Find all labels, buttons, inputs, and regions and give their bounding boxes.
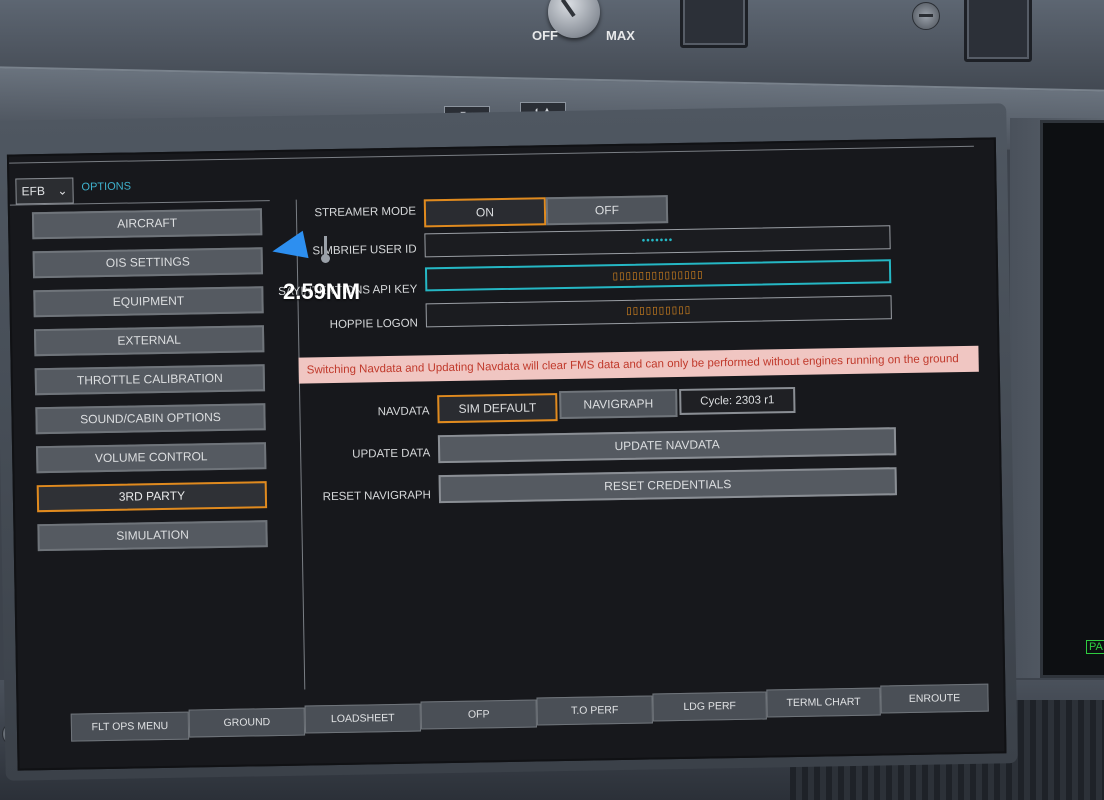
sidebar-item-aircraft[interactable]: AIRCRAFT [31,208,263,240]
knob-off-label: OFF [532,28,558,43]
sidebar-item-3rd-party[interactable]: 3RD PARTY [36,481,268,513]
sidebar-item-external[interactable]: EXTERNAL [33,325,265,357]
pin-icon [321,236,330,263]
overhead-square-button-right[interactable] [964,0,1032,62]
sidebar-item-throttle-calibration[interactable]: THROTTLE CALIBRATION [34,364,266,396]
sidebar-item-simulation[interactable]: SIMULATION [37,520,268,552]
tab-enroute[interactable]: ENROUTE [880,683,989,714]
distance-readout: 2.59NM [283,279,361,304]
simbrief-user-id-field[interactable]: ••••••• [424,225,891,258]
navdata-warning-banner: Switching Navdata and Updating Navdata w… [298,345,979,384]
tab-to-perf[interactable]: T.O PERF [536,695,653,726]
tab-ground[interactable]: GROUND [188,707,306,738]
navdata-sim-default-button[interactable]: SIM DEFAULT [437,393,558,424]
efb-app-select[interactable]: EFB ⌄ [15,177,74,205]
right-display-tag: PA [1086,640,1104,654]
sidebar-item-volume-control[interactable]: VOLUME CONTROL [36,442,267,474]
navdata-label: NAVDATA [377,405,430,419]
efb-app-select-value: EFB [21,184,46,199]
sidebar-item-ois-settings[interactable]: OIS SETTINGS [32,247,264,279]
section-title: OPTIONS [81,180,132,194]
right-display-screen [1040,120,1104,678]
streamer-mode-label: STREAMER MODE [314,205,417,220]
hoppie-logon-field[interactable]: ▯▯▯▯▯▯▯▯▯▯ [425,295,892,328]
streamer-mode-off-button[interactable]: OFF [545,195,669,226]
sidebar-item-equipment[interactable]: EQUIPMENT [33,286,264,318]
sidebar-vertical-divider [295,199,306,690]
tab-ldg-perf[interactable]: LDG PERF [652,691,767,722]
tab-flt-ops-menu[interactable]: FLT OPS MENU [70,711,190,742]
hoppie-logon-label: HOPPIE LOGON [329,317,419,332]
knob-max-label: MAX [606,28,635,43]
sidebar-item-sound-cabin-options[interactable]: SOUND/CABIN OPTIONS [35,403,266,435]
reset-credentials-button[interactable]: RESET CREDENTIALS [438,467,897,504]
tab-ofp[interactable]: OFP [420,699,537,730]
overhead-screw [912,2,940,30]
sayintentions-api-key-field[interactable]: ▯▯▯▯▯▯▯▯▯▯▯▯▯▯ [424,259,892,292]
update-data-label: UPDATE DATA [352,447,431,461]
efb-screen: EFB ⌄ OPTIONS AIRCRAFT OIS SETTINGS EQUI… [6,137,1007,771]
update-navdata-button[interactable]: UPDATE NAVDATA [437,427,897,464]
efb-tablet: EFB ⌄ OPTIONS AIRCRAFT OIS SETTINGS EQUI… [0,103,1018,781]
reset-navigraph-label: RESET NAVIGRAPH [322,489,432,504]
streamer-mode-on-button[interactable]: ON [423,197,547,228]
tab-terml-chart[interactable]: TERML CHART [766,687,881,718]
chevron-down-icon: ⌄ [57,183,68,198]
navdata-navigraph-button[interactable]: NAVIGRAPH [559,389,678,420]
top-divider [9,145,974,164]
tab-loadsheet[interactable]: LOADSHEET [304,703,422,734]
navdata-cycle-display: Cycle: 2303 r1 [679,386,796,415]
overhead-square-button[interactable] [680,0,748,48]
